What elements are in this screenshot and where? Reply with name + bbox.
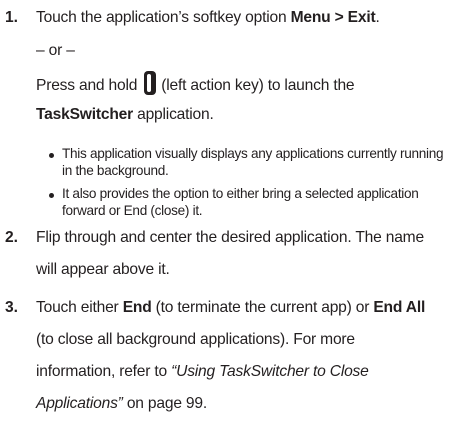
taskswitcher-label: TaskSwitcher <box>36 106 133 123</box>
or-separator: – or – <box>36 42 75 59</box>
step-1-line-3: Press and hold (left action key) to launc… <box>36 70 355 99</box>
step-3-number: 3. <box>5 299 19 316</box>
step-3-line-1: Touch either End (to terminate the curre… <box>36 299 426 316</box>
bullet-dot <box>49 153 54 158</box>
instruction-page: 1. Touch the application’s softkey optio… <box>0 0 472 423</box>
cross-reference-link[interactable]: “Using TaskSwitcher to Close <box>171 363 369 380</box>
end-all-label: End All <box>373 299 426 316</box>
step-2-line-1: Flip through and center the desired appl… <box>36 229 424 246</box>
end-label: End <box>122 299 152 316</box>
bullet-1-line-2: in the background. <box>62 163 169 178</box>
left-action-key-icon <box>143 70 157 96</box>
cross-reference-link-continued[interactable]: Applications” <box>36 395 123 412</box>
step-2-number: 2. <box>5 229 19 246</box>
bullet-1-line-1: This application visually displays any a… <box>62 146 444 161</box>
step-3-line-2: (to close all background applications). … <box>36 331 355 348</box>
bullet-2-line-1: It also provides the option to either br… <box>62 186 419 201</box>
step-2-line-2: will appear above it. <box>36 261 170 278</box>
step-3-line-3: information, refer to “Using TaskSwitche… <box>36 363 369 380</box>
menu-exit-label: Menu > Exit <box>290 9 376 26</box>
step-1-line-4: TaskSwitcher application. <box>36 106 214 123</box>
step-3-line-4: Applications” on page 99. <box>36 395 207 412</box>
step-1-line-1: Touch the application’s softkey option M… <box>36 9 380 26</box>
bullet-2-line-2: forward or End (close) it. <box>62 203 203 218</box>
bullet-dot <box>49 193 54 198</box>
step-1-number: 1. <box>5 9 19 26</box>
